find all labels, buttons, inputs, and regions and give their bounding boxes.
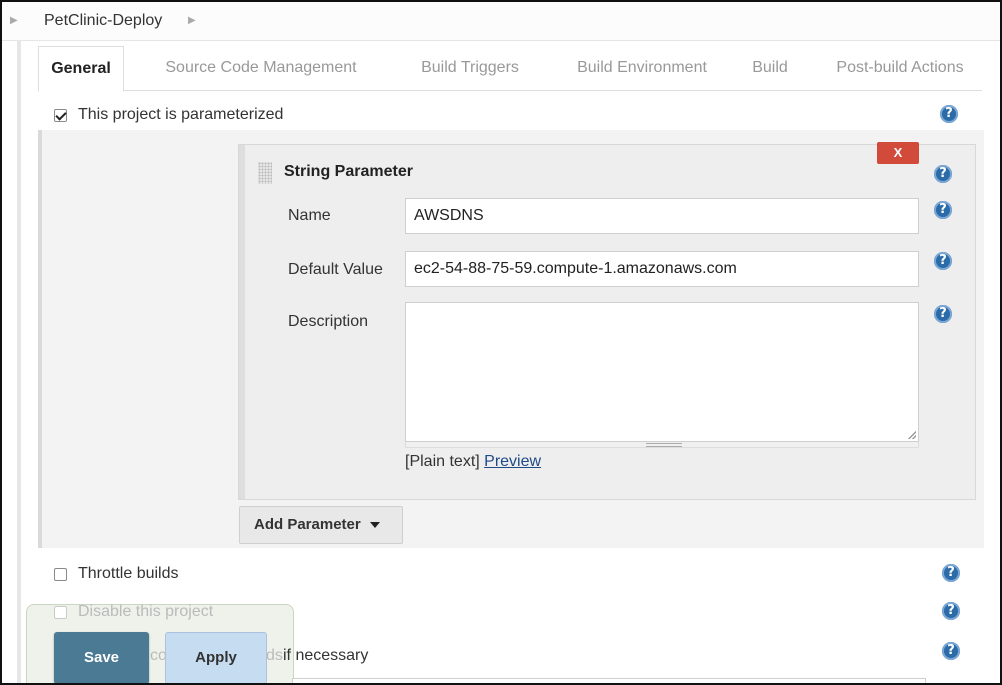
help-icon[interactable]: ? xyxy=(934,252,952,270)
preview-link[interactable]: Preview xyxy=(484,453,541,470)
help-icon[interactable]: ? xyxy=(934,201,952,219)
save-button[interactable]: Save xyxy=(54,632,149,683)
help-icon[interactable]: ? xyxy=(940,105,958,123)
format-hint: [Plain text] Preview xyxy=(405,453,541,471)
section-bar xyxy=(38,130,42,548)
description-label: Description xyxy=(288,313,369,330)
jenkins-config-window: ▶ PetClinic-Deploy ▶ General Source Code… xyxy=(0,0,1002,685)
disable-label: Disable this project xyxy=(78,603,214,620)
help-icon[interactable]: ? xyxy=(942,602,960,620)
throttle-checkbox[interactable] xyxy=(54,567,67,581)
help-icon[interactable]: ? xyxy=(942,564,960,582)
grip-line xyxy=(646,443,682,447)
textarea-resize-handle[interactable] xyxy=(405,442,919,448)
string-parameter-title: String Parameter xyxy=(284,163,413,180)
breadcrumb-arrow-icon: ▶ xyxy=(10,15,18,26)
name-label: Name xyxy=(288,207,331,224)
tab-source-code-management[interactable]: Source Code Management xyxy=(148,46,374,90)
caret-down-icon xyxy=(369,522,380,529)
default-value-label: Default Value xyxy=(288,261,383,278)
parameterized-label: This project is parameterized xyxy=(78,106,284,123)
side-rule xyxy=(17,40,21,683)
help-icon[interactable]: ? xyxy=(934,165,952,183)
tab-build[interactable]: Build xyxy=(738,46,802,90)
breadcrumb-arrow-icon[interactable]: ▶ xyxy=(188,15,196,26)
description-textarea[interactable] xyxy=(405,302,919,442)
tab-general[interactable]: General xyxy=(38,46,124,92)
parameterized-checkbox[interactable] xyxy=(54,108,67,122)
delete-parameter-button[interactable]: X xyxy=(877,142,919,164)
disable-checkbox[interactable] xyxy=(54,605,67,619)
breadcrumb: ▶ PetClinic-Deploy ▶ xyxy=(2,2,1000,41)
add-parameter-label: Add Parameter xyxy=(254,516,361,533)
help-icon[interactable]: ? xyxy=(934,305,952,323)
plain-text-label: [Plain text] xyxy=(405,453,480,470)
next-field-input[interactable] xyxy=(292,678,926,683)
default-value-input[interactable]: ec2-54-88-75-59.compute-1.amazonaws.com xyxy=(405,251,919,287)
tab-build-triggers[interactable]: Build Triggers xyxy=(402,46,538,90)
tab-build-environment[interactable]: Build Environment xyxy=(558,46,726,90)
help-icon[interactable]: ? xyxy=(942,642,960,660)
config-tabs: General Source Code Management Build Tri… xyxy=(38,46,982,92)
parameterized-row: This project is parameterized xyxy=(54,104,283,126)
add-parameter-button[interactable]: Add Parameter xyxy=(239,506,403,544)
tab-post-build-actions[interactable]: Post-build Actions xyxy=(818,46,982,90)
throttle-label: Throttle builds xyxy=(78,565,179,582)
resize-icon[interactable] xyxy=(908,431,916,439)
throttle-row: Throttle builds xyxy=(54,563,179,585)
concurrent-fragment-b: ds xyxy=(266,647,283,664)
param-box-bar xyxy=(239,145,245,499)
drag-handle-icon[interactable] xyxy=(258,162,272,184)
name-input[interactable]: AWSDNS xyxy=(405,198,919,234)
apply-button[interactable]: Apply xyxy=(165,632,267,683)
concurrent-label: if necessary xyxy=(283,647,369,664)
disable-row: Disable this project xyxy=(54,601,213,623)
breadcrumb-project-link[interactable]: PetClinic-Deploy xyxy=(44,12,162,30)
